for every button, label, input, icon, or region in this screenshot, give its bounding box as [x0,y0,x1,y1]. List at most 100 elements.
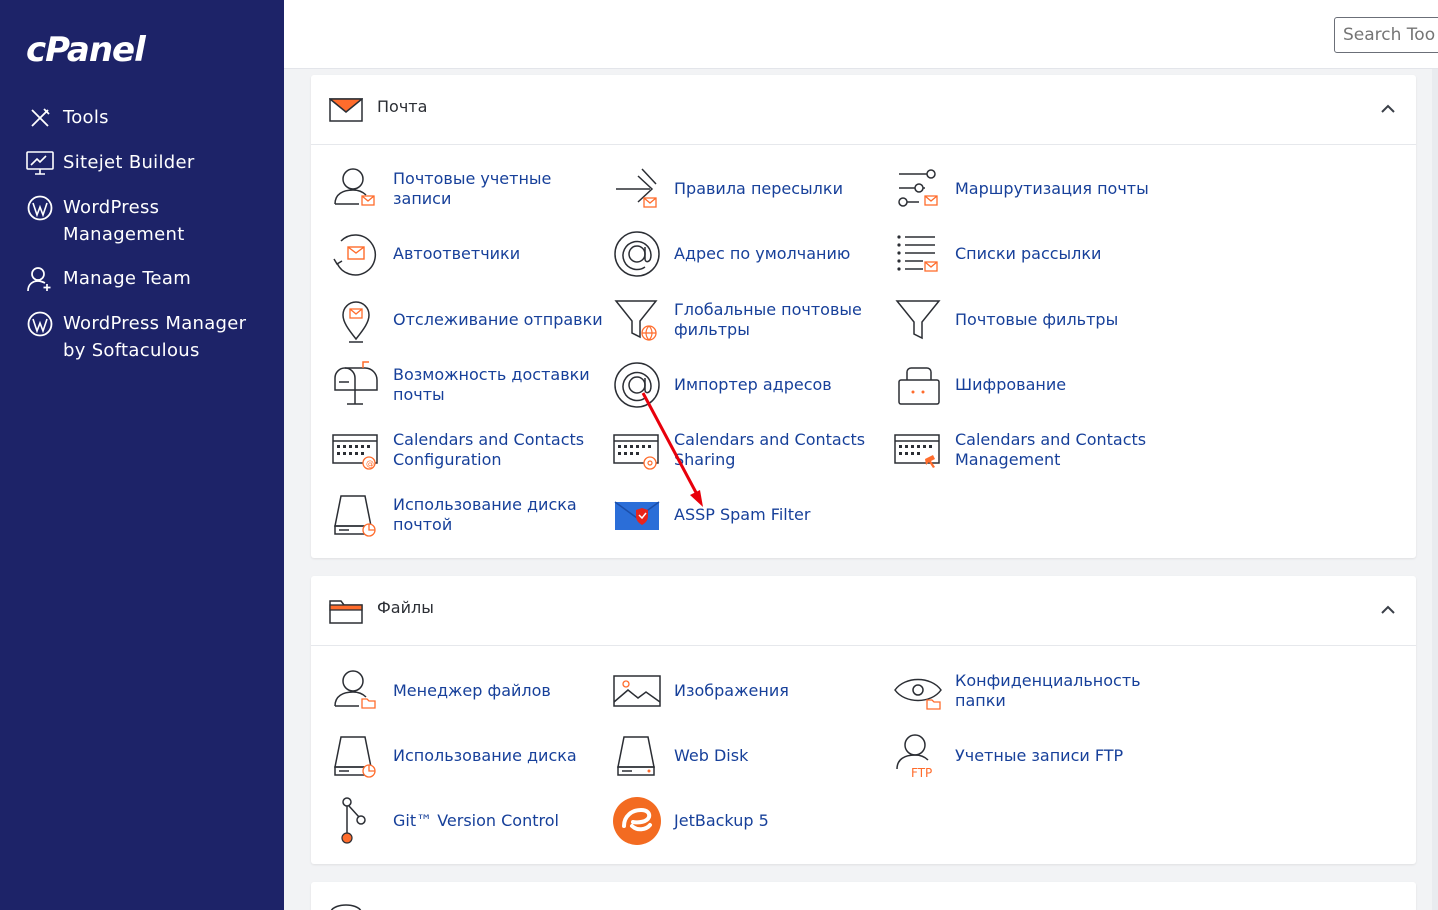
sidebar-item-label: WordPress Manager by Softaculous [63,313,247,361]
tool-mailing-lists[interactable]: Списки рассылки [893,228,1173,280]
tool-assp-spam-filter[interactable]: ASSP Spam Filter [612,489,892,541]
tool-label: ASSP Spam Filter [674,505,811,524]
tool-email-deliverability[interactable]: Возможность доставки почты [331,359,611,411]
image-icon [613,675,661,707]
tool-label: Правила пересылки [674,179,843,198]
mail-icon [329,98,363,122]
tool-images[interactable]: Изображения [612,665,892,717]
sidebar-item-wordpress-management[interactable]: WordPress Management [0,194,284,248]
tool-label: Автоответчики [393,244,521,263]
tool-label: Списки рассылки [955,244,1102,263]
chevron-up-icon[interactable] [1380,602,1396,618]
sidebar: cPanel Tools Sitejet Builder WordPress M… [0,0,284,910]
disk-icon [334,495,376,537]
top-bar [284,0,1438,69]
tool-email-disk-usage[interactable]: Использование диска почтой [331,489,611,541]
sidebar-item-label: Tools [63,107,109,128]
at-sign-icon [614,362,660,408]
tool-label: Изображения [674,681,789,700]
tool-disk-usage[interactable]: Использование диска [331,730,611,782]
page-scrollbar-track[interactable] [1432,69,1438,910]
mail-panel: Почта Почтовые учетные записи Правила пе… [311,75,1416,558]
sidebar-item-label: Sitejet Builder [63,152,195,173]
tool-label: Учетные записи FTP [955,746,1124,765]
tool-label: Почтовые фильтры [955,310,1119,329]
tool-label: Конфиденциальность папки [955,671,1141,710]
calendar-icon [894,434,940,468]
tool-email-filters[interactable]: Почтовые фильтры [893,294,1173,346]
tool-email-routing[interactable]: Маршрутизация почты [893,163,1193,215]
tool-label: Глобальные почтовые фильтры [674,300,862,339]
svg-text:FTP: FTP [911,766,932,780]
filter-icon [895,300,941,340]
tool-label: Git™ Version Control [393,811,559,830]
mailbox-icon [334,361,378,405]
tool-forwarders[interactable]: Правила пересылки [612,163,892,215]
sidebar-item-label: Manage Team [63,268,192,289]
tool-label: Calendars and Contacts Sharing [674,430,866,469]
tool-file-manager[interactable]: Менеджер файлов [331,665,611,717]
search-input[interactable] [1334,17,1438,53]
tool-calendars-sharing[interactable]: Calendars and Contacts Sharing [612,424,892,476]
ftp-accounts-icon: FTP [896,734,932,780]
tool-label: Calendars and Contacts Configuration [393,430,585,469]
chevron-up-icon[interactable] [1380,101,1396,117]
git-icon [341,797,366,844]
tool-web-disk[interactable]: Web Disk [612,730,892,782]
sidebar-item-label: WordPress Management [63,197,185,245]
tool-label: Calendars and Contacts Management [955,430,1147,469]
eye-icon [894,678,942,710]
location-pin-icon [342,301,370,343]
tool-jetbackup[interactable]: JetBackup 5 [612,795,892,847]
sidebar-item-sitejet[interactable]: Sitejet Builder [0,149,284,177]
cpanel-logo[interactable]: cPanel [26,30,146,70]
tool-email-accounts[interactable]: Почтовые учетные записи [331,163,611,215]
web-disk-icon [617,736,655,776]
next-panel [311,882,1416,910]
tool-label: Менеджер файлов [393,681,551,700]
wordpress-icon [26,194,54,222]
files-panel: Файлы Менеджер файлов Изображения Конфид… [311,576,1416,864]
jetbackup-icon [613,797,661,845]
tool-label: Web Disk [674,746,749,765]
sidebar-item-manage-team[interactable]: Manage Team [0,265,284,293]
panel-title: Почта [377,97,428,116]
email-accounts-icon [334,168,375,206]
email-routing-icon [898,169,938,207]
sitejet-icon [26,149,54,177]
forwarders-icon [616,168,657,208]
mailing-lists-icon [897,235,938,272]
svg-text:@: @ [366,459,374,468]
tool-default-address[interactable]: Адрес по умолчанию [612,228,892,280]
folder-icon [329,600,363,624]
tool-label: Использование диска [393,746,577,765]
spam-filter-icon [614,501,660,530]
tool-calendars-management[interactable]: Calendars and Contacts Management [893,424,1173,476]
sidebar-item-tools[interactable]: Tools [0,104,284,132]
calendar-icon [613,434,659,470]
lock-icon [898,367,940,405]
autoresponders-icon [333,234,377,276]
mail-panel-header[interactable]: Почта [311,75,1416,145]
tool-label: Маршрутизация почты [955,179,1149,198]
tool-git-version-control[interactable]: Git™ Version Control [331,795,611,847]
sidebar-item-wordpress-manager[interactable]: WordPress Manager by Softaculous [0,310,284,364]
tool-encryption[interactable]: Шифрование [893,359,1173,411]
tool-directory-privacy[interactable]: Конфиденциальность папки [893,665,1193,717]
disk-icon [334,736,376,778]
tool-calendars-configuration[interactable]: @ Calendars and Contacts Configuration [331,424,611,476]
wordpress-icon [26,310,54,338]
tool-address-importer[interactable]: Импортер адресов [612,359,892,411]
tool-label: Шифрование [955,375,1067,394]
tool-label: Адрес по умолчанию [674,244,851,263]
tool-label: Почтовые учетные записи [393,169,552,208]
tool-global-email-filters[interactable]: Глобальные почтовые фильтры [612,294,882,346]
tool-ftp-accounts[interactable]: FTP Учетные записи FTP [893,730,1173,782]
tool-track-delivery[interactable]: Отслеживание отправки [331,294,611,346]
sidebar-nav: Tools Sitejet Builder WordPress Manageme… [0,104,284,381]
calendar-icon: @ [332,434,378,470]
tool-autoresponders[interactable]: Автоответчики [331,228,611,280]
file-manager-icon [334,670,376,709]
files-panel-header[interactable]: Файлы [311,576,1416,646]
tool-label: Использование диска почтой [393,495,577,534]
